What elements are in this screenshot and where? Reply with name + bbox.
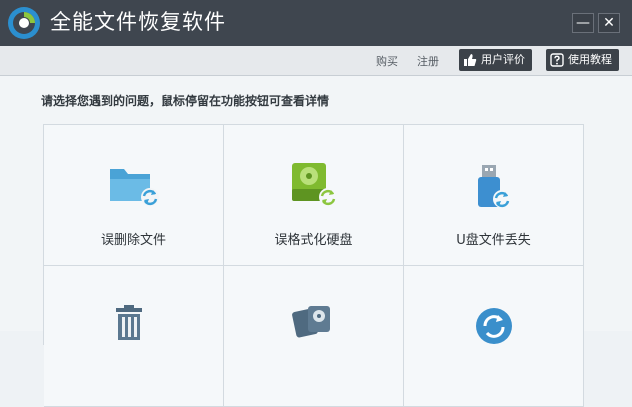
recycle-bin-icon bbox=[116, 305, 142, 340]
toolbar: 购买 注册 用户评价 使用教程 bbox=[0, 46, 632, 76]
title-bar: 全能文件恢复软件 — ✕ bbox=[0, 0, 632, 47]
option-recycle-bin[interactable] bbox=[44, 266, 224, 407]
main-content: 请选择您遇到的问题，鼠标停留在功能按钮可查看详情 误删除文件 误格式化硬盘 U盘… bbox=[0, 76, 632, 407]
user-review-label: 用户评价 bbox=[481, 53, 525, 66]
option-usb-lost[interactable]: U盘文件丢失 bbox=[404, 125, 584, 266]
register-link[interactable]: 注册 bbox=[417, 53, 439, 69]
option-label: 误删除文件 bbox=[100, 233, 166, 248]
option-refresh[interactable] bbox=[404, 266, 584, 407]
thumbs-up-icon bbox=[464, 54, 477, 66]
tutorial-button[interactable]: 使用教程 bbox=[546, 49, 619, 71]
app-title: 全能文件恢复软件 bbox=[50, 10, 226, 34]
tutorial-label: 使用教程 bbox=[568, 53, 612, 66]
buy-link[interactable]: 购买 bbox=[376, 53, 398, 69]
option-formatted-disk[interactable]: 误格式化硬盘 bbox=[224, 125, 404, 266]
option-deleted-files[interactable]: 误删除文件 bbox=[44, 125, 224, 266]
refresh-icon bbox=[476, 308, 512, 344]
option-grid: 误删除文件 误格式化硬盘 U盘文件丢失 bbox=[43, 124, 584, 407]
minimize-button[interactable]: — bbox=[572, 13, 594, 33]
disk-partition-icon bbox=[292, 306, 330, 338]
option-label: 误格式化硬盘 bbox=[274, 233, 353, 248]
user-review-button[interactable]: 用户评价 bbox=[459, 49, 532, 71]
instruction-text: 请选择您遇到的问题，鼠标停留在功能按钮可查看详情 bbox=[41, 94, 330, 108]
folder-recover-icon bbox=[110, 169, 159, 206]
harddisk-recover-icon bbox=[292, 163, 337, 206]
app-logo-icon bbox=[8, 7, 40, 39]
help-icon bbox=[550, 53, 564, 67]
option-label: U盘文件丢失 bbox=[456, 233, 531, 248]
close-button[interactable]: ✕ bbox=[598, 13, 620, 33]
option-disk-partition[interactable] bbox=[224, 266, 404, 407]
usb-recover-icon bbox=[478, 165, 511, 208]
